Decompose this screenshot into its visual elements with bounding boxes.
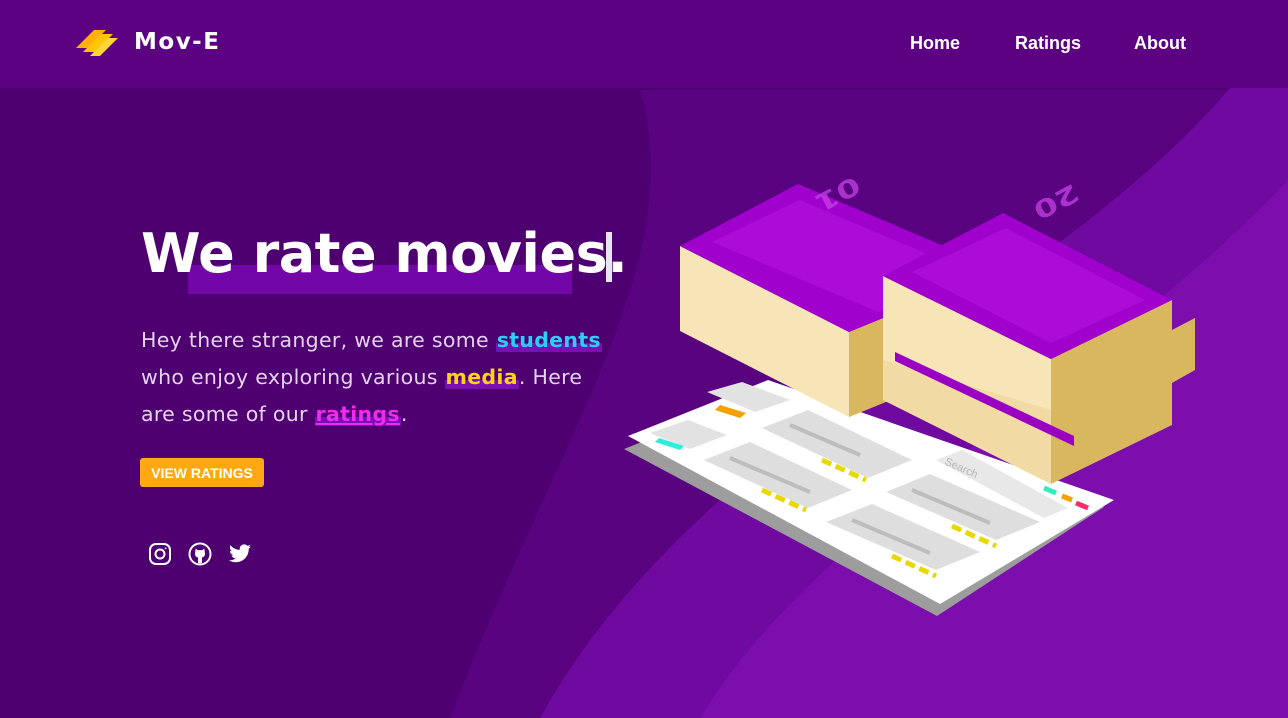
hero-text-part-4: . <box>400 402 408 426</box>
twitter-icon <box>229 544 251 563</box>
instagram-link[interactable] <box>148 542 172 566</box>
instagram-icon <box>149 543 171 565</box>
block-right-label: 20 <box>1029 178 1084 225</box>
media-link[interactable]: media <box>444 365 519 389</box>
github-icon <box>188 542 212 566</box>
view-ratings-button[interactable]: VIEW RATINGS <box>140 458 264 487</box>
hero-text-part-2: who enjoy exploring various <box>141 365 445 389</box>
isometric-illustration: Search 01 20 <box>624 170 1195 616</box>
nav-about-link[interactable]: About <box>1134 33 1186 54</box>
students-link[interactable]: students <box>495 328 602 352</box>
navbar: Mov-E Home Ratings About <box>0 0 1288 88</box>
brand-name: Mov-E <box>134 29 221 55</box>
stacked-tickets-icon <box>76 30 118 56</box>
hero-text-part-1: Hey there stranger, we are some <box>141 328 496 352</box>
hero-title: We rate movies. <box>141 222 628 285</box>
nav-ratings-link[interactable]: Ratings <box>1015 33 1081 54</box>
hero-description: Hey there stranger, we are some students… <box>141 322 611 433</box>
nav-home-link[interactable]: Home <box>910 33 960 54</box>
twitter-link[interactable] <box>228 542 252 566</box>
brand[interactable]: Mov-E <box>74 26 220 58</box>
ratings-link[interactable]: ratings <box>314 402 401 426</box>
github-link[interactable] <box>188 542 212 566</box>
